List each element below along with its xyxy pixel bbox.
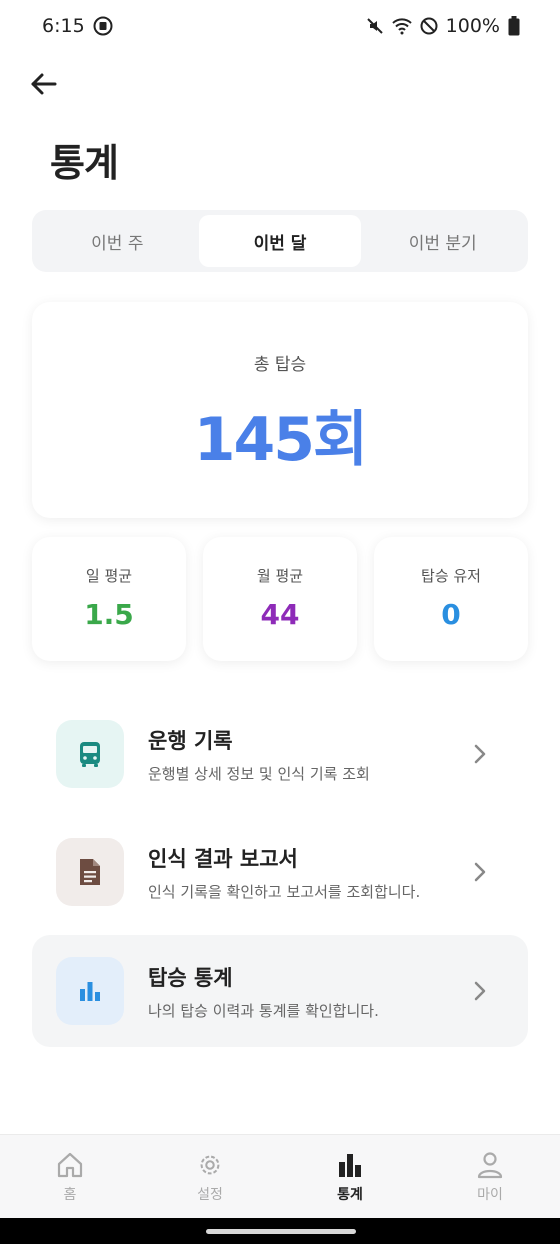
tab-this-quarter[interactable]: 이번 분기 <box>361 215 524 267</box>
battery-level: 100% <box>445 15 500 37</box>
nav-home[interactable]: 홈 <box>0 1135 140 1218</box>
person-icon <box>477 1152 503 1179</box>
bar-chart-icon <box>56 957 124 1025</box>
chevron-right-icon <box>460 980 500 1002</box>
menu-subtitle: 인식 기록을 확인하고 보고서를 조회합니다. <box>148 882 421 901</box>
nav-statistics[interactable]: 통계 <box>280 1135 420 1218</box>
menu-item-recognition-report[interactable]: 인식 결과 보고서 인식 기록을 확인하고 보고서를 조회합니다. <box>32 816 528 928</box>
arrow-left-icon <box>31 73 57 95</box>
chevron-right-icon <box>460 861 500 883</box>
menu-text: 인식 결과 보고서 인식 기록을 확인하고 보고서를 조회합니다. <box>148 843 460 902</box>
system-navigation-bar <box>0 1218 560 1244</box>
home-icon <box>57 1152 83 1178</box>
total-rides-value: 145회 <box>193 405 368 475</box>
total-rides-card: 총 탑승 145회 <box>32 302 528 518</box>
menu-title: 탑승 통계 <box>148 965 233 990</box>
page-title: 통계 <box>50 141 119 185</box>
daily-average-card: 일 평균 1.5 <box>32 537 186 661</box>
wifi-icon <box>391 17 412 35</box>
monthly-average-label: 월 평균 <box>256 567 304 585</box>
mute-icon <box>366 17 384 35</box>
nav-my[interactable]: 마이 <box>420 1135 560 1218</box>
gear-icon <box>200 1155 220 1175</box>
menu-item-drive-records[interactable]: 운행 기록 운행별 상세 정보 및 인식 기록 조회 <box>32 698 528 810</box>
nav-label: 설정 <box>197 1187 223 1203</box>
daily-average-value: 1.5 <box>84 598 134 631</box>
menu-title: 인식 결과 보고서 <box>148 846 298 871</box>
period-tabs: 이번 주 이번 달 이번 분기 <box>32 210 528 272</box>
monthly-average-value: 44 <box>260 598 300 631</box>
stats-icon <box>339 1154 361 1177</box>
back-button[interactable] <box>26 66 62 102</box>
monthly-average-card: 월 평균 44 <box>203 537 357 661</box>
status-time: 6:15 <box>42 15 85 37</box>
nav-label: 홈 <box>63 1187 77 1203</box>
menu-subtitle: 운행별 상세 정보 및 인식 기록 조회 <box>148 764 370 783</box>
bottom-nav: 홈 설정 통계 마이 <box>0 1134 560 1218</box>
menu-subtitle: 나의 탑승 이력과 통계를 확인합니다. <box>148 1001 379 1020</box>
riding-users-label: 탑승 유저 <box>421 567 481 585</box>
nav-label: 마이 <box>477 1187 503 1203</box>
menu-text: 탑승 통계 나의 탑승 이력과 통계를 확인합니다. <box>148 962 460 1021</box>
app-notification-icon <box>93 16 113 36</box>
nav-settings[interactable]: 설정 <box>140 1135 280 1218</box>
tab-this-month[interactable]: 이번 달 <box>198 215 362 267</box>
document-icon <box>56 838 124 906</box>
battery-icon <box>508 16 520 36</box>
total-rides-label: 총 탑승 <box>253 355 307 375</box>
riding-users-value: 0 <box>441 598 461 631</box>
menu-text: 운행 기록 운행별 상세 정보 및 인식 기록 조회 <box>148 725 460 784</box>
menu-item-ride-statistics[interactable]: 탑승 통계 나의 탑승 이력과 통계를 확인합니다. <box>32 935 528 1047</box>
menu-title: 운행 기록 <box>148 728 233 753</box>
status-left: 6:15 <box>42 15 113 37</box>
bus-icon <box>56 720 124 788</box>
daily-average-label: 일 평균 <box>85 567 133 585</box>
tab-this-week[interactable]: 이번 주 <box>36 215 199 267</box>
nav-label: 통계 <box>337 1187 363 1203</box>
status-right: 100% <box>366 15 520 37</box>
do-not-disturb-icon <box>420 17 438 35</box>
home-indicator[interactable] <box>206 1229 356 1234</box>
chevron-right-icon <box>460 743 500 765</box>
riding-users-card: 탑승 유저 0 <box>374 537 528 661</box>
status-bar: 6:15 100% <box>0 0 560 52</box>
